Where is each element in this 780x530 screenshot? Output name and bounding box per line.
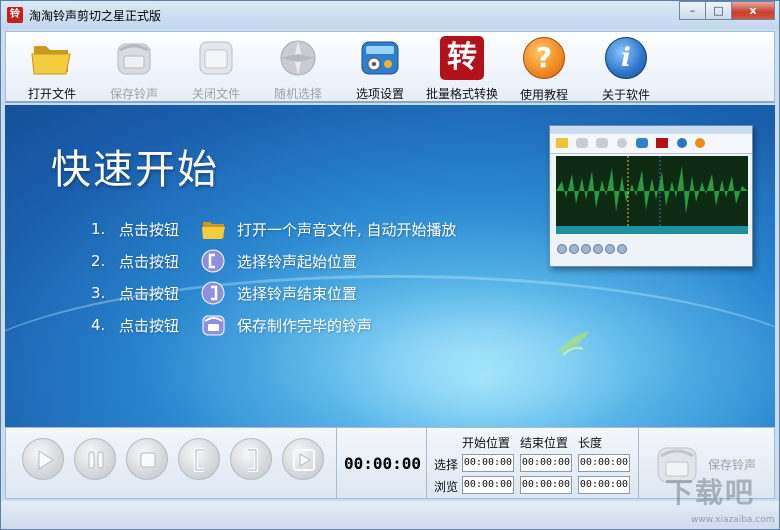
browse-end-field[interactable]: 00:00:00 xyxy=(520,476,572,494)
toolbar-label: 选项设置 xyxy=(355,87,404,101)
toolbar-about[interactable]: i 关于软件 xyxy=(586,36,666,102)
watermark-text: 下载吧 xyxy=(665,476,756,509)
step-prefix: 点击按钮 xyxy=(119,252,180,271)
status-bar xyxy=(1,501,779,529)
preview-titlebar xyxy=(550,126,752,134)
info-glyph: i xyxy=(605,37,647,79)
convert-icon: 转 xyxy=(440,36,484,80)
step-1: 1. 点击按钮 打开一个声音文件, 自动开始播放 xyxy=(91,213,457,245)
step-prefix: 点击按钮 xyxy=(119,220,180,239)
step-text: 选择铃声结束位置 xyxy=(237,284,358,303)
maximize-button[interactable]: □ xyxy=(705,1,732,20)
preview-ruler xyxy=(556,226,748,234)
toolbar: 打开文件 保存铃声 关闭文件 随机选择 选项设置 转 批量格式转换 ? 使用教程… xyxy=(5,31,775,103)
toolbar-save-ringtone[interactable]: 保存铃声 xyxy=(94,36,174,101)
step-text: 保存制作完毕的铃声 xyxy=(237,316,373,335)
step-prefix: 点击按钮 xyxy=(119,284,180,303)
play-selection-icon xyxy=(293,449,315,471)
toolbar-batch-convert[interactable]: 转 批量格式转换 xyxy=(422,36,502,101)
phone-save-icon xyxy=(201,313,227,337)
select-end-field[interactable]: 00:00:00 xyxy=(520,454,572,472)
minimize-button[interactable]: – xyxy=(679,1,706,20)
pause-icon xyxy=(88,451,104,469)
leaf-decoration-icon xyxy=(553,327,593,357)
set-end-button[interactable] xyxy=(230,438,272,480)
select-start-field[interactable]: 00:00:00 xyxy=(462,454,514,472)
step-prefix: 点击按钮 xyxy=(119,316,180,335)
col-header-start: 开始位置 xyxy=(462,436,511,450)
row-label-select: 选择 xyxy=(434,458,459,472)
toolbar-options[interactable]: 选项设置 xyxy=(340,36,420,101)
folder-icon xyxy=(30,36,74,80)
toolbar-tutorial[interactable]: ? 使用教程 xyxy=(504,36,584,102)
browse-length-field[interactable]: 00:00:00 xyxy=(578,476,630,494)
play-button[interactable] xyxy=(22,438,64,480)
quick-start-steps: 1. 点击按钮 打开一个声音文件, 自动开始播放 2. 点击按钮 选择铃声起始位… xyxy=(91,213,457,341)
info-icon: i xyxy=(604,37,648,81)
play-selection-button[interactable] xyxy=(282,438,324,480)
toolbar-random-select[interactable]: 随机选择 xyxy=(258,36,338,101)
toolbar-label: 随机选择 xyxy=(273,87,322,101)
toolbar-label: 批量格式转换 xyxy=(425,87,498,101)
convert-glyph: 转 xyxy=(440,36,484,80)
step-number: 3. xyxy=(91,284,106,302)
divider xyxy=(638,428,639,498)
set-start-button[interactable] xyxy=(178,438,220,480)
help-icon: ? xyxy=(522,37,566,81)
preview-controls xyxy=(556,238,748,262)
player-panel: 00:00:00 开始位置 结束位置 长度 选择 00:00:00 00:00:… xyxy=(5,427,775,499)
step-4: 4. 点击按钮 保存制作完毕的铃声 xyxy=(91,309,457,341)
end-bracket-icon xyxy=(201,281,227,305)
random-select-icon xyxy=(276,36,320,80)
app-window: 铃 淘淘铃声剪切之星正式版 – □ x 打开文件 保存铃声 关闭文件 随机选择 … xyxy=(0,0,780,530)
step-2: 2. 点击按钮 选择铃声起始位置 xyxy=(91,245,457,277)
pause-button[interactable] xyxy=(74,438,116,480)
toolbar-open-file[interactable]: 打开文件 xyxy=(12,36,92,101)
current-time: 00:00:00 xyxy=(344,454,422,473)
end-bracket-icon xyxy=(248,448,258,472)
toolbar-label: 打开文件 xyxy=(27,87,76,101)
col-header-length: 长度 xyxy=(578,436,603,450)
stop-icon xyxy=(140,452,156,468)
divider xyxy=(336,428,337,498)
title-bar[interactable]: 铃 淘淘铃声剪切之星正式版 – □ x xyxy=(1,1,779,29)
browse-start-field[interactable]: 00:00:00 xyxy=(462,476,514,494)
select-length-field[interactable]: 00:00:00 xyxy=(578,454,630,472)
toolbar-label: 使用教程 xyxy=(519,88,568,102)
step-number: 2. xyxy=(91,252,106,270)
start-bracket-icon xyxy=(201,249,227,273)
step-3: 3. 点击按钮 选择铃声结束位置 xyxy=(91,277,457,309)
quick-start-panel: 快速开始 1. 点击按钮 打开一个声音文件, 自动开始播放 2. 点击按钮 选择… xyxy=(5,105,775,427)
help-glyph: ? xyxy=(523,37,565,79)
phone-save-icon xyxy=(112,36,156,80)
close-file-icon xyxy=(194,36,238,80)
toolbar-label: 保存铃声 xyxy=(109,87,158,101)
app-logo-icon: 铃 xyxy=(7,7,23,23)
preview-toolbar xyxy=(550,134,752,154)
step-text: 打开一个声音文件, 自动开始播放 xyxy=(237,220,457,239)
step-text: 选择铃声起始位置 xyxy=(237,252,358,271)
preview-waveform xyxy=(556,156,748,226)
col-header-end: 结束位置 xyxy=(520,436,569,450)
settings-icon xyxy=(358,36,402,80)
window-title: 淘淘铃声剪切之星正式版 xyxy=(29,9,162,23)
app-preview-thumbnail xyxy=(549,125,753,267)
toolbar-label: 关闭文件 xyxy=(191,87,240,101)
play-icon xyxy=(38,450,54,470)
close-button[interactable]: x xyxy=(731,1,775,20)
row-label-browse: 浏览 xyxy=(434,480,459,494)
folder-icon xyxy=(201,217,227,241)
watermark-url: www.xiazaiba.com xyxy=(691,515,775,525)
quick-start-heading: 快速开始 xyxy=(51,147,219,193)
start-bracket-icon xyxy=(194,448,204,472)
step-number: 4. xyxy=(91,316,106,334)
step-number: 1. xyxy=(91,220,106,238)
stop-button[interactable] xyxy=(126,438,168,480)
toolbar-close-file[interactable]: 关闭文件 xyxy=(176,36,256,101)
toolbar-label: 关于软件 xyxy=(601,88,650,102)
divider xyxy=(426,428,427,498)
